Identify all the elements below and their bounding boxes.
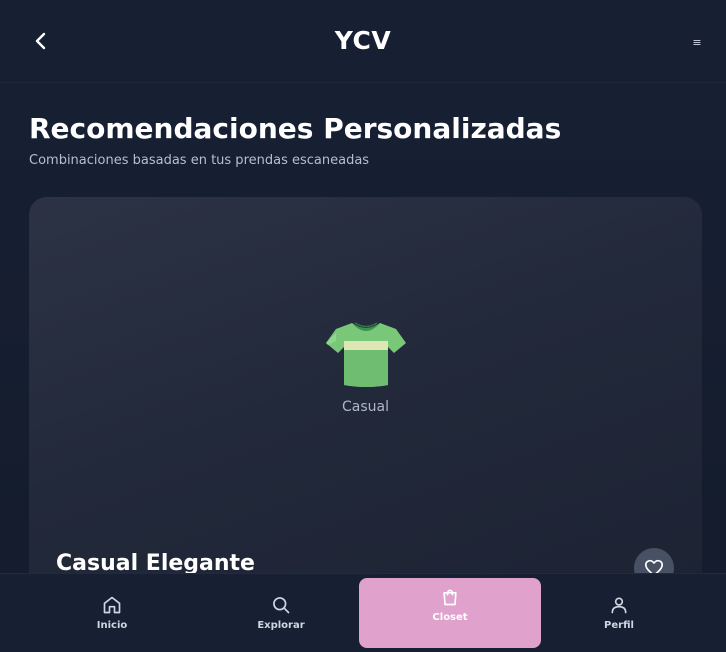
main-content: Recomendaciones Personalizadas Combinaci…	[0, 83, 726, 573]
search-icon	[273, 597, 290, 614]
t-shirt-icon	[326, 322, 406, 387]
menu-button[interactable]: ≡	[688, 34, 706, 50]
favorite-button[interactable]	[634, 548, 674, 573]
shopping-bag-icon	[443, 589, 457, 606]
bottom-nav: Inicio Explorar Closet Perfil	[0, 573, 726, 652]
card-category: Casual	[342, 399, 389, 415]
page-subtitle: Combinaciones basadas en tus prendas esc…	[29, 153, 370, 168]
user-icon	[611, 597, 627, 614]
page-title: Recomendaciones Personalizadas	[29, 112, 562, 145]
card-title: Casual Elegante	[56, 551, 255, 573]
heart-icon	[645, 559, 663, 573]
home-icon	[103, 596, 121, 614]
top-app-bar: YCV ≡	[0, 0, 726, 83]
nav-label-perfil: Perfil	[604, 620, 634, 631]
nav-item-closet[interactable]: Closet	[359, 578, 541, 648]
nav-label-inicio: Inicio	[96, 620, 128, 631]
recommendation-card[interactable]: Casual Casual Elegante	[29, 197, 702, 573]
nav-label-explorar: Explorar	[257, 620, 305, 631]
nav-label-closet: Closet	[432, 612, 468, 623]
nav-item-perfil[interactable]: Perfil	[540, 574, 698, 652]
menu-icon: ≡	[692, 35, 702, 49]
app-title: YCV	[334, 26, 392, 55]
